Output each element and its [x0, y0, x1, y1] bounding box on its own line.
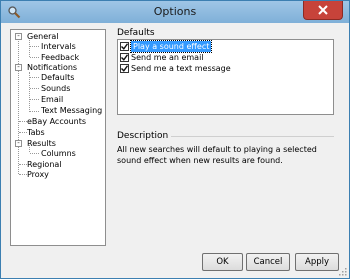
- sidebar-item-text-messaging[interactable]: Text Messaging: [41, 105, 102, 116]
- ok-button[interactable]: OK: [202, 253, 243, 271]
- expander-general[interactable]: -: [15, 33, 22, 40]
- expander-notifications[interactable]: -: [15, 64, 22, 71]
- sidebar-item-proxy[interactable]: Proxy: [27, 169, 49, 180]
- checkbox-play-sound[interactable]: [120, 42, 129, 51]
- description-text: All new searches will default to playing…: [117, 145, 317, 165]
- sidebar-item-email[interactable]: Email: [41, 94, 63, 105]
- option-send-email[interactable]: Send me an email: [119, 52, 332, 63]
- defaults-heading: Defaults: [117, 28, 155, 38]
- checkmark-icon: [121, 43, 128, 50]
- cancel-button[interactable]: Cancel: [246, 253, 290, 271]
- tree-line: [30, 88, 39, 89]
- options-tree[interactable]: - General Intervals Feedback - Notificat…: [10, 29, 106, 246]
- apply-button[interactable]: Apply: [295, 253, 339, 271]
- option-label: Play a sound effect: [129, 40, 213, 53]
- tree-line: [29, 72, 30, 112]
- tree-line: [30, 57, 39, 58]
- tree-line: [19, 164, 27, 165]
- option-send-text[interactable]: Send me a text message: [119, 63, 332, 74]
- close-icon: [318, 5, 328, 15]
- option-play-sound[interactable]: Play a sound effect: [119, 40, 332, 53]
- window-title: Options: [153, 5, 197, 18]
- tree-line: [30, 99, 39, 100]
- sidebar-item-columns[interactable]: Columns: [41, 148, 76, 159]
- checkmark-icon: [121, 54, 128, 61]
- checkmark-icon: [121, 65, 128, 72]
- option-label: Send me a text message: [131, 64, 231, 73]
- options-window: Options - General Intervals Feedback - N…: [0, 0, 350, 279]
- sidebar-item-defaults[interactable]: Defaults: [41, 72, 74, 83]
- tree-line: [19, 121, 27, 122]
- tree-line: [30, 46, 39, 47]
- sidebar-item-intervals[interactable]: Intervals: [41, 41, 76, 52]
- description-heading: Description: [117, 131, 172, 141]
- checkbox-send-email[interactable]: [120, 53, 129, 62]
- sidebar-item-ebay-accounts[interactable]: eBay Accounts: [27, 116, 86, 127]
- expander-results[interactable]: -: [15, 140, 22, 147]
- tree-line: [30, 111, 39, 112]
- checkbox-send-text[interactable]: [120, 64, 129, 73]
- close-button[interactable]: [303, 1, 343, 20]
- tree-line: [18, 36, 19, 174]
- sidebar-item-sounds[interactable]: Sounds: [41, 83, 70, 94]
- tree-line: [19, 132, 27, 133]
- sidebar-item-tabs[interactable]: Tabs: [27, 127, 45, 138]
- defaults-list[interactable]: Play a sound effect Send me an email Sen…: [117, 39, 334, 115]
- resize-grip-icon[interactable]: [337, 266, 347, 276]
- title-bar[interactable]: Options: [1, 1, 349, 23]
- tree-line: [30, 77, 39, 78]
- tree-line: [30, 153, 39, 154]
- tree-line: [19, 174, 27, 175]
- option-label: Send me an email: [131, 53, 204, 62]
- tree-line: [29, 40, 30, 57]
